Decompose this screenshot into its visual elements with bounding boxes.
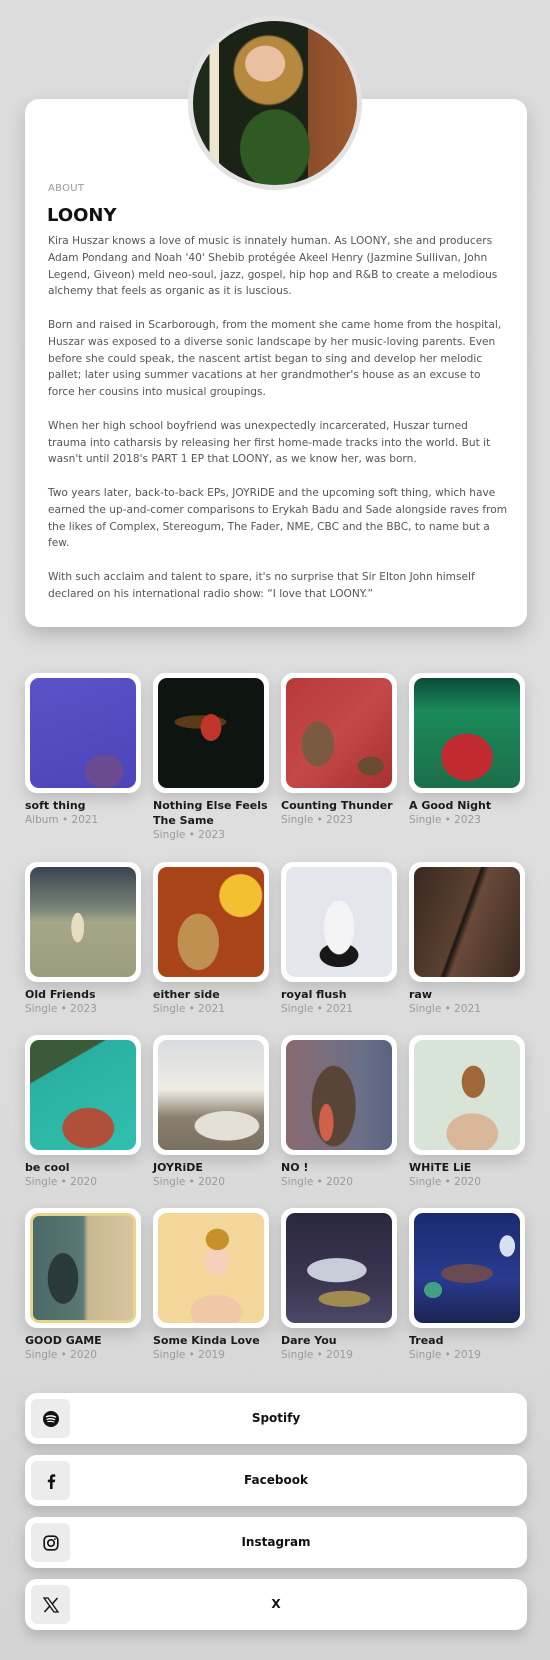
release-cover[interactable] (409, 1035, 525, 1155)
facebook-link-button[interactable]: Facebook (25, 1455, 527, 1506)
release-title[interactable]: Counting Thunder (281, 798, 397, 813)
release-card[interactable]: Tread Single • 2019 (409, 1208, 525, 1363)
release-meta: Single • 2021 (409, 1003, 481, 1015)
release-title[interactable]: Old Friends (25, 987, 141, 1002)
artist-avatar (188, 16, 362, 190)
release-card[interactable]: Dare You Single • 2019 (281, 1208, 397, 1363)
instagram-link-button[interactable]: Instagram (25, 1517, 527, 1568)
release-meta: Single • 2019 (281, 1349, 353, 1361)
link-label: Spotify (251, 1411, 301, 1425)
release-meta: Single • 2019 (409, 1349, 481, 1361)
release-card[interactable]: Nothing Else Feels The Same Single • 202… (153, 673, 269, 843)
release-cover[interactable] (281, 1035, 397, 1155)
release-cover[interactable] (153, 673, 269, 793)
release-cover[interactable] (153, 1208, 269, 1328)
release-cover[interactable] (25, 1035, 141, 1155)
release-title[interactable]: GOOD GAME (25, 1333, 141, 1348)
release-title[interactable]: be cool (25, 1160, 141, 1175)
release-title[interactable]: soft thing (25, 798, 141, 813)
release-meta: Single • 2019 (153, 1349, 225, 1361)
release-meta: Single • 2020 (25, 1176, 97, 1188)
release-cover[interactable] (153, 862, 269, 982)
release-card[interactable]: soft thing Album • 2021 (25, 673, 141, 828)
release-meta: Single • 2023 (25, 1003, 97, 1015)
release-meta: Album • 2021 (25, 814, 99, 826)
release-cover[interactable] (25, 862, 141, 982)
release-cover[interactable] (153, 1035, 269, 1155)
release-cover[interactable] (25, 673, 141, 793)
bio-paragraph: When her high school boyfriend was unexp… (48, 419, 491, 466)
bio-paragraph: Two years later, back-to-back EPs, JOYRi… (48, 486, 508, 550)
release-title[interactable]: either side (153, 987, 269, 1002)
release-meta: Single • 2023 (153, 829, 225, 841)
release-meta: Single • 2021 (281, 1003, 353, 1015)
release-card[interactable]: raw Single • 2021 (409, 862, 525, 1017)
release-title[interactable]: Nothing Else Feels The Same (153, 798, 269, 828)
release-card[interactable]: Some Kinda Love Single • 2019 (153, 1208, 269, 1363)
release-title[interactable]: WHiTE LiE (409, 1160, 525, 1175)
release-card[interactable]: be cool Single • 2020 (25, 1035, 141, 1190)
release-card[interactable]: GOOD GAME Single • 2020 (25, 1208, 141, 1363)
release-cover[interactable] (281, 673, 397, 793)
release-meta: Single • 2020 (281, 1176, 353, 1188)
release-cover[interactable] (409, 673, 525, 793)
release-cover[interactable] (409, 862, 525, 982)
about-bio: Kira Huszar knows a love of music is inn… (48, 233, 508, 603)
about-label: ABOUT (48, 183, 85, 194)
release-cover[interactable] (409, 1208, 525, 1328)
release-card[interactable]: NO ! Single • 2020 (281, 1035, 397, 1190)
release-title[interactable]: JOYRiDE (153, 1160, 269, 1175)
x-link-button[interactable]: X (25, 1579, 527, 1630)
release-meta: Single • 2020 (153, 1176, 225, 1188)
spotify-link-button[interactable]: Spotify (25, 1393, 527, 1444)
release-card[interactable]: Old Friends Single • 2023 (25, 862, 141, 1017)
artist-name: LOONY (47, 205, 117, 226)
bio-paragraph: Kira Huszar knows a love of music is inn… (48, 235, 498, 298)
release-title[interactable]: NO ! (281, 1160, 397, 1175)
release-cover[interactable] (25, 1208, 141, 1328)
release-meta: Single • 2023 (409, 814, 481, 826)
release-card[interactable]: royal flush Single • 2021 (281, 862, 397, 1017)
link-label: X (271, 1597, 281, 1611)
link-label: Facebook (244, 1473, 308, 1487)
release-card[interactable]: JOYRiDE Single • 2020 (153, 1035, 269, 1190)
artist-page: ABOUT LOONY Kira Huszar knows a love of … (0, 0, 550, 1660)
release-cover[interactable] (281, 862, 397, 982)
release-title[interactable]: raw (409, 987, 525, 1002)
link-label: Instagram (241, 1535, 311, 1549)
release-meta: Single • 2023 (281, 814, 353, 826)
release-title[interactable]: royal flush (281, 987, 397, 1002)
release-card[interactable]: either side Single • 2021 (153, 862, 269, 1017)
release-card[interactable]: A Good Night Single • 2023 (409, 673, 525, 828)
bio-paragraph: Born and raised in Scarborough, from the… (48, 318, 502, 399)
release-title[interactable]: Dare You (281, 1333, 397, 1348)
release-meta: Single • 2021 (153, 1003, 225, 1015)
release-title[interactable]: A Good Night (409, 798, 525, 813)
release-card[interactable]: Counting Thunder Single • 2023 (281, 673, 397, 828)
release-meta: Single • 2020 (25, 1349, 97, 1361)
bio-paragraph: With such acclaim and talent to spare, i… (48, 570, 475, 600)
release-title[interactable]: Tread (409, 1333, 525, 1348)
release-title[interactable]: Some Kinda Love (153, 1333, 269, 1348)
release-cover[interactable] (281, 1208, 397, 1328)
release-meta: Single • 2020 (409, 1176, 481, 1188)
release-card[interactable]: WHiTE LiE Single • 2020 (409, 1035, 525, 1190)
